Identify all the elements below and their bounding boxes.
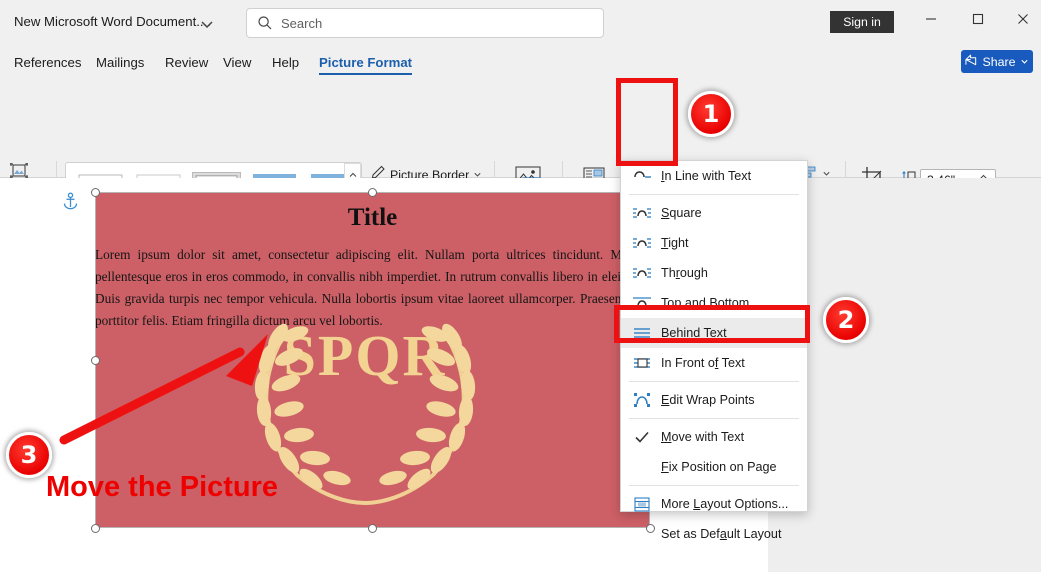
wrap-in-front-icon: [631, 352, 653, 374]
move-picture-caption: Move the Picture: [46, 471, 279, 503]
wrap-top-bottom-icon: [631, 292, 653, 314]
title-bar: New Microsoft Word Document.... Search S…: [0, 0, 1041, 47]
menu-divider: [629, 418, 799, 419]
no-icon: [631, 523, 653, 545]
menu-item-top-and-bottom[interactable]: Top and Bottom: [621, 288, 807, 318]
selection-handle-icon[interactable]: [91, 188, 100, 197]
tab-references[interactable]: References: [8, 47, 87, 77]
menu-item-label: Tight: [661, 236, 689, 250]
search-placeholder: Search: [281, 15, 323, 31]
more-layout-options-icon: [631, 493, 653, 515]
title-dropdown-icon[interactable]: [198, 15, 216, 33]
menu-item-through[interactable]: Through: [621, 258, 807, 288]
menu-item-label: Square: [661, 206, 702, 220]
menu-item-label: Edit Wrap Points: [661, 393, 755, 407]
menu-item-more-layout-options[interactable]: More Layout Options...: [621, 489, 807, 519]
check-icon: [631, 426, 653, 448]
step-badge-1: 1: [688, 91, 734, 137]
tab-help[interactable]: Help: [266, 47, 305, 77]
tab-review[interactable]: Review: [159, 47, 214, 77]
word-window: New Microsoft Word Document.... Search S…: [0, 0, 1041, 572]
menu-item-behind-text[interactable]: Behind Text: [621, 318, 807, 348]
menu-item-label: Behind Text: [661, 326, 727, 340]
share-chevron-down-icon: [1020, 55, 1029, 69]
tab-mailings[interactable]: Mailings: [90, 47, 150, 77]
tab-picture-format[interactable]: Picture Format: [313, 47, 418, 77]
menu-item-in-front-of-text[interactable]: In Front of Text: [621, 348, 807, 378]
share-label: Share: [982, 54, 1016, 69]
menu-item-move-with-text[interactable]: Move with Text: [621, 422, 807, 452]
menu-item-label: Move with Text: [661, 430, 745, 444]
menu-divider: [629, 485, 799, 486]
menu-item-edit-wrap-points[interactable]: Edit Wrap Points: [621, 385, 807, 415]
menu-item-label: Set as Default Layout: [661, 527, 782, 541]
sign-in-button[interactable]: Sign in: [830, 11, 894, 33]
selection-handle-icon[interactable]: [368, 524, 377, 533]
anchor-icon: [61, 192, 80, 211]
wrap-inline-icon: [631, 165, 653, 187]
menu-item-set-as-default-layout[interactable]: Set as Default Layout: [621, 519, 807, 549]
step-badge-2: 2: [823, 297, 869, 343]
menu-item-label: In Line with Text: [661, 169, 752, 183]
search-icon: [257, 15, 273, 31]
maximize-button[interactable]: [955, 5, 1000, 37]
menu-item-label: Top and Bottom: [661, 296, 750, 310]
edit-wrap-points-icon: [631, 389, 653, 411]
menu-item-label: More Layout Options...: [661, 497, 789, 511]
wrap-through-icon: [631, 262, 653, 284]
menu-item-square[interactable]: Square: [621, 198, 807, 228]
wrap-behind-text-icon: [631, 322, 653, 344]
search-input[interactable]: Search: [246, 8, 604, 38]
menu-item-label: Through: [661, 266, 708, 280]
wrap-tight-icon: [631, 232, 653, 254]
minimize-icon: [925, 12, 937, 30]
menu-divider: [629, 381, 799, 382]
ribbon-tab-strip: References Mailings Review View Help Pic…: [0, 47, 1041, 77]
menu-item-label: Fix Position on Page: [661, 460, 777, 474]
tab-view[interactable]: View: [217, 47, 257, 77]
menu-item-fix-position-on-page[interactable]: Fix Position on Page: [621, 452, 807, 482]
close-button[interactable]: [1000, 5, 1041, 37]
selection-handle-icon[interactable]: [368, 188, 377, 197]
close-icon: [1017, 12, 1029, 30]
selection-handle-icon[interactable]: [91, 524, 100, 533]
menu-divider: [629, 194, 799, 195]
document-title: New Microsoft Word Document....: [14, 14, 211, 29]
wrap-text-menu[interactable]: In Line with Text Square Tight Through T…: [620, 160, 808, 541]
menu-item-label: In Front of Text: [661, 356, 745, 370]
minimize-button[interactable]: [908, 5, 953, 37]
ribbon: Picture Border Picture Effects Picture L…: [0, 77, 1041, 252]
wrap-square-icon: [631, 202, 653, 224]
share-button[interactable]: Share: [961, 50, 1033, 73]
no-icon: [631, 456, 653, 478]
red-arrow-icon: [59, 334, 268, 445]
menu-item-in-line-with-text[interactable]: In Line with Text: [621, 161, 807, 191]
share-icon: [965, 54, 978, 70]
menu-item-tight[interactable]: Tight: [621, 228, 807, 258]
maximize-icon: [972, 12, 984, 30]
